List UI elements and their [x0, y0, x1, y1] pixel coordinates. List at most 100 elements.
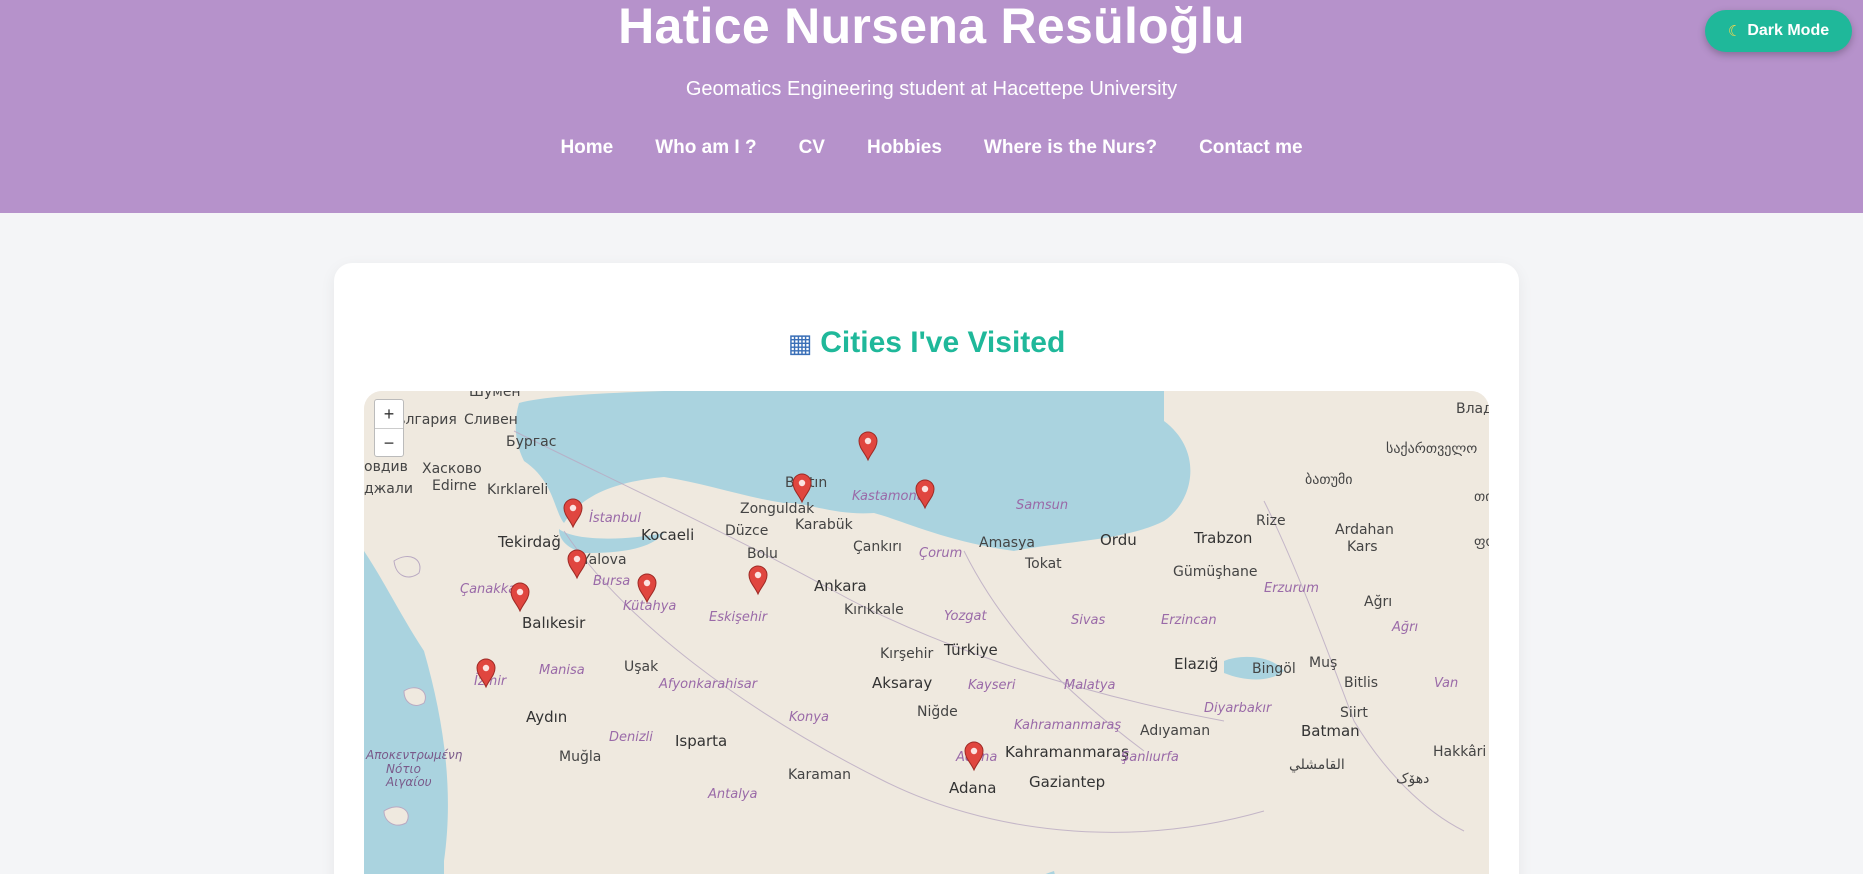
map-label: Düzce — [725, 523, 768, 539]
map-label: Νότιο — [386, 762, 421, 776]
map-label: Шумен — [469, 391, 521, 400]
map-label: Ağrı — [1391, 620, 1418, 635]
site-subtitle: Geomatics Engineering student at Hacette… — [685, 78, 1178, 100]
map-label: Kars — [1347, 539, 1378, 555]
map-label: Malatya — [1064, 678, 1116, 693]
nav-home[interactable]: Home — [539, 135, 634, 161]
nav-who-am-i[interactable]: Who am I ? — [634, 135, 777, 161]
map-label: Aydın — [526, 708, 567, 726]
map-label: Erzurum — [1264, 581, 1319, 596]
map-canvas: Шумен България Сливен Бургас овдив Хаско… — [364, 391, 1489, 874]
map-label: Бургас — [506, 434, 556, 450]
map-label: Bitlis — [1344, 675, 1378, 691]
map-label: Afyonkarahisar — [658, 677, 759, 692]
map-label: Trabzon — [1193, 529, 1252, 547]
map-label: Αιγαίου — [385, 775, 432, 789]
zoom-control: + − — [374, 399, 404, 457]
map-label: Kahramanmaraş — [1014, 718, 1121, 733]
map-label: Zonguldak — [740, 501, 815, 517]
map-label: Van — [1434, 676, 1458, 691]
map-label: Aksaray — [872, 674, 932, 692]
map-label: Kayseri — [968, 678, 1016, 693]
map-label: Muş — [1309, 655, 1337, 671]
map-label: Ağrı — [1364, 594, 1392, 610]
map-label: Elazığ — [1174, 655, 1218, 673]
map-label: Kastamonu — [852, 489, 925, 504]
map-label: Yozgat — [944, 609, 988, 624]
section-title: ▦ Cities I've Visited — [334, 323, 1519, 363]
map-icon: ▦ — [787, 328, 813, 358]
map-label: Kırıkkale — [844, 602, 904, 618]
map-label: Amasya — [979, 535, 1035, 551]
nav-hobbies[interactable]: Hobbies — [846, 135, 963, 161]
map-label: Erzincan — [1161, 613, 1217, 628]
zoom-out-button[interactable]: − — [375, 428, 403, 456]
map-label: Ankara — [814, 577, 867, 595]
main-nav: Home Who am I ? CV Hobbies Where is the … — [0, 135, 1863, 161]
map-label: Αποκεντρωμένη — [365, 748, 463, 762]
map-label: Bolu — [747, 546, 778, 562]
map-label: Kocaeli — [641, 526, 694, 544]
map-label: Adana — [949, 779, 996, 797]
map-label: Bursa — [593, 574, 630, 589]
map-label: ფო — [1474, 534, 1489, 550]
map-label: Antalya — [707, 787, 758, 802]
moon-icon: ☾ — [1727, 23, 1742, 40]
map-label: Gümüşhane — [1173, 564, 1257, 580]
map-label: İstanbul — [589, 510, 641, 526]
map-label: Bingöl — [1252, 661, 1296, 677]
nav-contact[interactable]: Contact me — [1178, 135, 1323, 161]
map-label: Eskişehir — [709, 610, 769, 625]
map-label: Samsun — [1016, 498, 1068, 513]
dark-mode-label: Dark Mode — [1747, 22, 1830, 39]
map-label: საქართველო — [1386, 440, 1477, 457]
site-title: Hatice Nursena Resüloğlu — [618, 0, 1245, 54]
map-label: овдив — [364, 459, 408, 475]
map-label: თი — [1474, 489, 1489, 505]
map-label: Balıkesir — [522, 614, 586, 632]
map-label: دهۆک — [1396, 771, 1429, 787]
visited-cities-map[interactable]: + − Шумен България Сливен Бургас овдив Х… — [364, 391, 1489, 874]
map-label: Хасково — [422, 461, 482, 477]
map-label: Batman — [1301, 722, 1360, 740]
zoom-in-button[interactable]: + — [375, 400, 403, 428]
map-label: Rize — [1256, 513, 1286, 529]
map-label: Влад — [1456, 401, 1489, 417]
visited-cities-card: ▦ Cities I've Visited + − Шумен България… — [334, 263, 1519, 874]
map-label: Tokat — [1024, 556, 1062, 572]
map-label: Edirne — [432, 478, 477, 494]
map-label: Çorum — [919, 546, 962, 561]
section-title-text: Cities I've Visited — [820, 326, 1066, 359]
map-label: Karaman — [788, 767, 851, 783]
nav-cv[interactable]: CV — [778, 135, 846, 161]
map-label: Gaziantep — [1029, 773, 1105, 791]
dark-mode-button[interactable]: ☾ Dark Mode — [1705, 10, 1852, 52]
map-label: Uşak — [624, 659, 659, 675]
map-label: Denizli — [609, 730, 653, 745]
nav-where-is-nurs[interactable]: Where is the Nurs? — [963, 135, 1178, 161]
map-label: Kırklareli — [487, 482, 548, 498]
map-label: Sivas — [1071, 613, 1106, 628]
map-label: Kahramanmaraş — [1005, 743, 1129, 761]
map-label: джали — [364, 481, 413, 497]
map-label: Hakkâri — [1433, 744, 1486, 760]
map-label: Şanlıurfa — [1121, 750, 1179, 765]
map-label: Tekirdağ — [497, 533, 561, 551]
map-label: Siirt — [1340, 705, 1368, 721]
map-label: Çankırı — [853, 539, 902, 555]
map-label: Сливен — [464, 412, 518, 428]
map-label: Muğla — [559, 749, 601, 765]
site-header: Hatice Nursena Resüloğlu Geomatics Engin… — [0, 0, 1863, 213]
map-label: Yalova — [581, 552, 627, 568]
map-label: Kütahya — [623, 599, 676, 614]
map-label: ბათუმი — [1305, 472, 1352, 488]
map-label: Diyarbakır — [1204, 701, 1273, 716]
map-label: Türkiye — [943, 641, 998, 659]
map-label: Manisa — [539, 663, 585, 678]
map-label: Niğde — [917, 704, 958, 720]
map-label: Adıyaman — [1140, 723, 1210, 739]
map-label: Kırşehir — [880, 646, 933, 662]
map-label: القامشلي — [1289, 757, 1345, 773]
map-label: Konya — [789, 710, 829, 725]
map-label: Isparta — [675, 732, 727, 750]
